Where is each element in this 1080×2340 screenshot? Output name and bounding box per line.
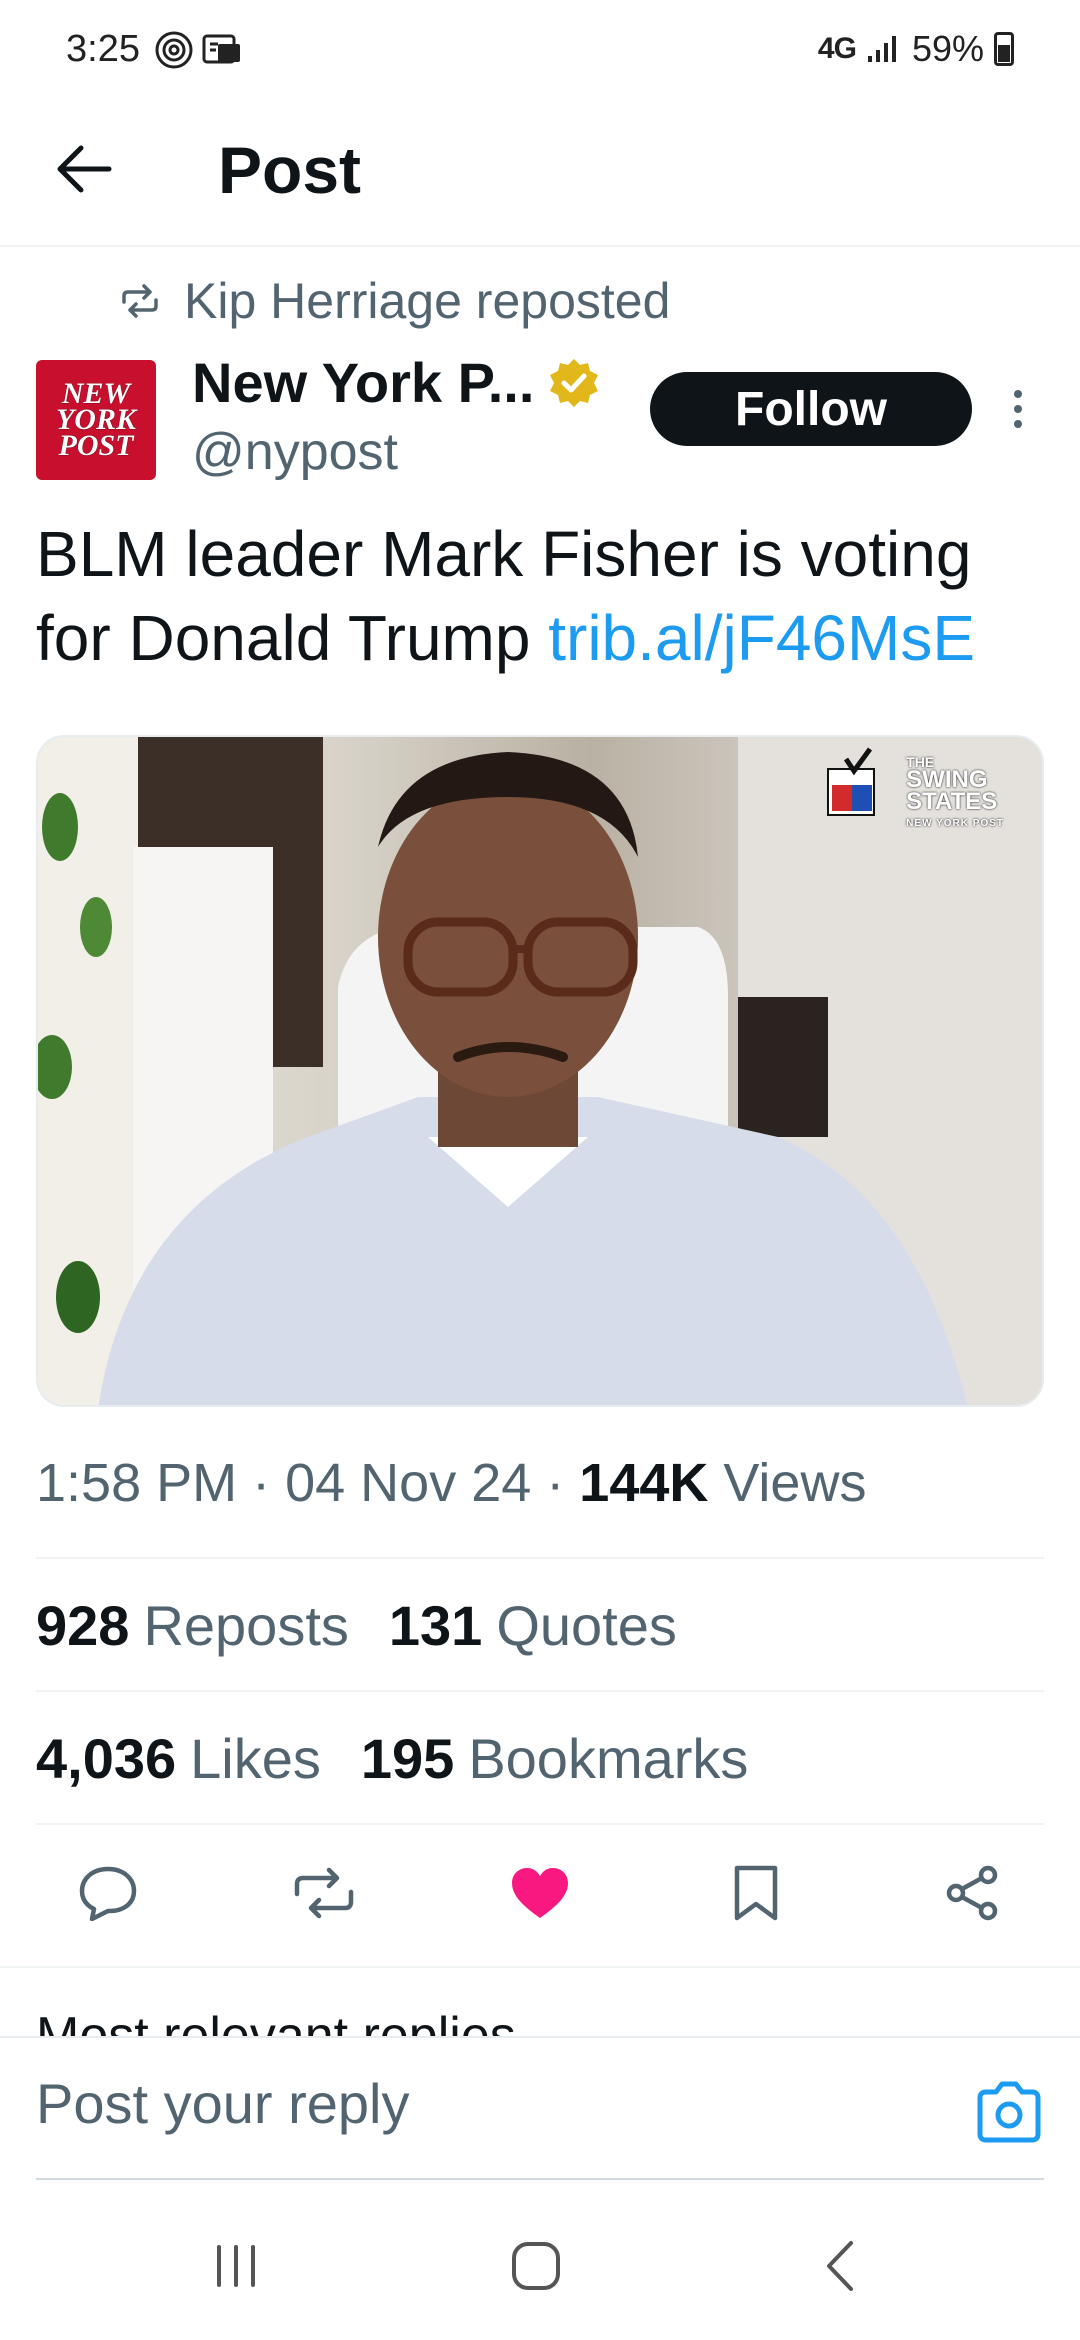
divider — [36, 1557, 1044, 1559]
heart-filled-icon — [512, 1868, 568, 1918]
top-app-bar: Post — [0, 105, 1080, 247]
network-indicator: 4G — [817, 32, 857, 65]
status-time: 3:25 — [66, 28, 140, 70]
likes-count: 4,036 — [36, 1727, 177, 1790]
swing-states-badge: THE SWING STATES NEW YORK POST — [906, 755, 1004, 835]
reply-composer: Post your reply — [0, 2036, 1080, 2181]
signal-icon — [867, 36, 896, 62]
action-bar — [36, 1838, 1044, 1948]
post-video-thumbnail[interactable]: THE SWING STATES NEW YORK POST — [36, 735, 1044, 1407]
swing-states-text: THE SWING STATES NEW YORK POST — [906, 755, 1004, 835]
stats-row-likes: 4,036 Likes 195 Bookmarks — [36, 1726, 748, 1791]
avatar[interactable]: NEW YORK POST — [36, 360, 156, 480]
likes-label: Likes — [190, 1727, 321, 1790]
page-title: Post — [218, 133, 362, 207]
author-name[interactable]: New York P... — [192, 350, 534, 415]
home-icon — [512, 2242, 560, 2290]
reposts-label: Reposts — [143, 1594, 349, 1657]
repost-indicator[interactable]: Kip Herriage reposted — [120, 272, 670, 330]
reply-input[interactable]: Post your reply — [36, 2071, 410, 2136]
post-date: 04 Nov 24 — [285, 1453, 532, 1513]
arrow-left-icon — [57, 145, 112, 193]
repost-button[interactable] — [288, 1857, 360, 1929]
reposts-count: 928 — [36, 1594, 130, 1657]
repost-icon — [122, 284, 158, 318]
video-frame-illustration — [38, 737, 1042, 1405]
recent-apps-icon — [217, 2245, 255, 2287]
quotes-label: Quotes — [496, 1594, 677, 1657]
views-count: 144K — [579, 1453, 709, 1513]
message-notification-icon — [202, 34, 240, 64]
reposts-stat[interactable]: 928 Reposts — [36, 1593, 349, 1658]
post-time: 1:58 PM — [36, 1453, 238, 1513]
section-divider — [0, 1966, 1080, 1968]
repost-text: Kip Herriage reposted — [184, 273, 671, 329]
follow-button[interactable]: Follow — [650, 372, 972, 446]
bookmark-button[interactable] — [720, 1857, 792, 1929]
battery-icon — [994, 32, 1014, 66]
bookmarks-label: Bookmarks — [468, 1727, 749, 1790]
status-bar: 3:25 4G 59% — [0, 0, 1080, 105]
stats-row-reposts: 928 Reposts 131 Quotes — [36, 1593, 677, 1658]
home-button[interactable] — [496, 2226, 576, 2306]
dot-icon — [1014, 420, 1022, 428]
like-button[interactable] — [504, 1857, 576, 1929]
bookmarks-stat[interactable]: 195 Bookmarks — [361, 1726, 749, 1791]
avatar-line: POST — [58, 429, 134, 462]
author-handle[interactable]: @nypost — [192, 422, 398, 482]
badge-line: STATES — [906, 788, 998, 815]
repost-icon — [294, 1867, 354, 1919]
bookmark-icon — [734, 1865, 778, 1921]
battery-percent: 59% — [911, 28, 984, 69]
at-sign-icon — [155, 31, 193, 69]
share-icon — [946, 1865, 998, 1921]
camera-icon[interactable] — [974, 2080, 1044, 2144]
share-button[interactable] — [936, 1857, 1008, 1929]
replies-sort-dropdown[interactable]: Most relevant replies ⌄ — [36, 2006, 574, 2038]
back-nav-button[interactable] — [800, 2226, 880, 2306]
bookmarks-count: 195 — [360, 1727, 455, 1790]
verified-badge-icon[interactable] — [548, 357, 600, 409]
divider — [36, 1690, 1044, 1692]
post-link[interactable]: trib.al/jF46MsE — [548, 602, 975, 674]
likes-stat[interactable]: 4,036 Likes — [36, 1726, 321, 1791]
recent-apps-button[interactable] — [196, 2226, 276, 2306]
views-label: Views — [723, 1453, 867, 1513]
quotes-stat[interactable]: 131 Quotes — [389, 1593, 677, 1658]
system-nav-bar — [0, 2180, 1080, 2340]
post-text: BLM leader Mark Fisher is voting for Don… — [36, 512, 1046, 680]
badge-sub: NEW YORK POST — [906, 818, 1004, 829]
chevron-left-icon — [827, 2241, 853, 2291]
more-options-button[interactable] — [1000, 384, 1036, 434]
quotes-count: 131 — [388, 1594, 483, 1657]
post-meta: 1:58 PM · 04 Nov 24 · 144K Views — [36, 1453, 867, 1513]
reply-icon — [79, 1866, 137, 1921]
divider — [36, 1823, 1044, 1825]
dot-icon — [1014, 405, 1022, 413]
back-button[interactable] — [48, 133, 120, 205]
reply-button[interactable] — [72, 1857, 144, 1929]
status-right: 4G 59% — [818, 28, 1014, 70]
dot-icon — [1014, 390, 1022, 398]
